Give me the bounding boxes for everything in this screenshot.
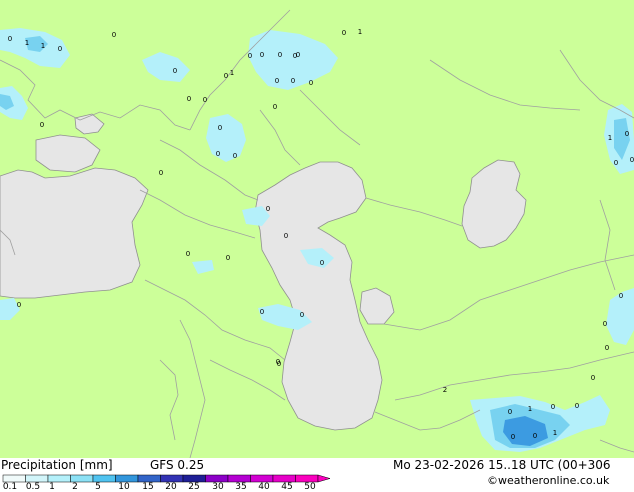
legend-tick-label: 5 [95,482,101,492]
precip-value-label: 0 [284,232,288,240]
precip-value-label: 0 [533,432,537,440]
precip-value-label: 0 [605,344,609,352]
precip-value-label: 0 [275,77,279,85]
precip-value-label: 0 [17,301,21,309]
legend-swatch [25,474,49,483]
credit: ©weatheronline.co.uk [487,474,610,487]
precip-value-label: 1 [608,134,612,142]
precip-value-label: 0 [575,402,579,410]
precip-value-label: 0 [266,205,270,213]
precip-value-label: 0 [291,77,295,85]
legend-swatch [47,474,71,483]
legend-tick-label: 40 [258,482,270,492]
legend-tick-label: 30 [212,482,224,492]
legend-swatch [227,474,251,483]
precip-value-label: 0 [309,79,313,87]
legend-swatch [250,474,274,483]
legend-tick-label: 10 [118,482,130,492]
precip-value-label: 0 [218,124,222,132]
precip-value-label: 0 [630,156,634,164]
precip-value-label: 0 [591,374,595,382]
precip-value-label: 0 [296,51,300,59]
legend-swatch [2,474,26,483]
footer-legend: Precipitation [mm] GFS 0.25 Mo 23-02-202… [0,458,634,492]
precip-value-label: 0 [320,259,324,267]
precip-value-label: 1 [25,39,29,47]
legend-swatch [92,474,116,483]
legend-tick-label: 0.5 [25,482,41,492]
black-sea [0,167,149,299]
precip-value-label: 0 [300,311,304,319]
legend-tick-label: 25 [188,482,200,492]
legend-arrow [317,474,331,483]
precip-value-label: 0 [8,35,12,43]
precip-value-label: 0 [260,51,264,59]
precip-value-label: 0 [187,95,191,103]
precip-value-label: 0 [342,29,346,37]
legend-swatch [272,474,296,483]
legend-tick-label: 0.1 [2,482,18,492]
precipitation-map: 0 1 1 0 0 0 0 0 0 0 0 0 0 0 1 0 0 0 0 0 0 0 0 0 0 0 0 0 0 0 0 0 0 1 0 0 0 0 0 0… [0,0,634,458]
precip-value-label: 0 [619,292,623,300]
precip-value-label: 2 [443,386,447,394]
precip-value-label: 0 [112,31,116,39]
precip-value-label: 0 [278,51,282,59]
valid-time: Mo 23-02-2026 15..18 UTC (00+306 [393,458,611,472]
precip-value-label: 0 [203,96,207,104]
legend-tick-label: 50 [304,482,316,492]
precip-value-label: 0 [58,45,62,53]
legend-tick-label: 2 [72,482,78,492]
precip-value-label: 0 [273,103,277,111]
precip-value-label: 1 [230,69,234,77]
precip-value-label: 0 [260,308,264,316]
legend-swatch [137,474,161,483]
precip-value-label: 0 [508,408,512,416]
chart-title: Precipitation [mm] [1,458,113,472]
precip-value-label: 0 [224,72,228,80]
legend-tick-label: 35 [235,482,247,492]
legend-swatch [205,474,229,483]
precip-value-label: 0 [248,52,252,60]
precip-value-label: 0 [173,67,177,75]
precip-value-label: 0 [186,250,190,258]
precip-value-label: 1 [358,28,362,36]
precip-value-label: 1 [41,42,45,50]
legend-tick-label: 45 [281,482,293,492]
legend-tick-label: 20 [165,482,177,492]
precip-value-label: 0 [40,121,44,129]
precip-value-label: 0 [511,433,515,441]
precip-value-label: 0 [276,358,280,366]
precip-value-label: 0 [614,159,618,167]
legend-tick-label: 15 [142,482,154,492]
precip-value-label: 0 [233,152,237,160]
precip-value-label: 1 [528,405,532,413]
precip-value-label: 0 [226,254,230,262]
legend-swatch [182,474,206,483]
precip-value-label: 0 [625,130,629,138]
legend-swatch [160,474,184,483]
legend-swatch [70,474,94,483]
precip-value-label: 1 [553,429,557,437]
legend-swatch [295,474,319,483]
precip-value-label: 0 [159,169,163,177]
legend-swatch [115,474,139,483]
model-name: GFS 0.25 [150,458,205,472]
precip-value-label: 0 [551,403,555,411]
legend-tick-label: 1 [49,482,55,492]
precip-value-label: 0 [603,320,607,328]
precip-value-label: 0 [216,150,220,158]
